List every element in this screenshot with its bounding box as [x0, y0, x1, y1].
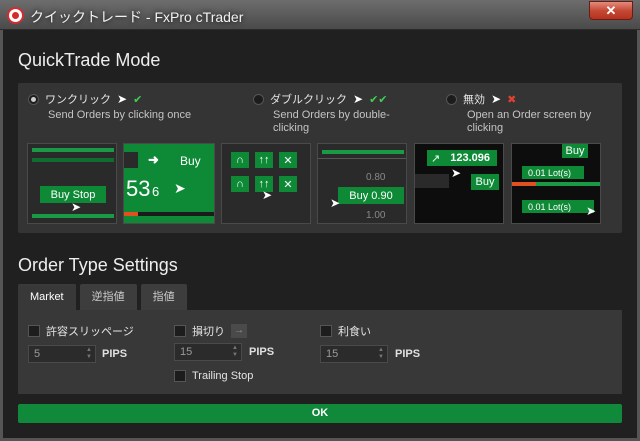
cursor-icon: ➤: [174, 180, 186, 196]
stoploss-label: 損切り: [192, 326, 225, 338]
close-button[interactable]: ✕: [589, 1, 633, 20]
option-description: Open an Order screen by clicking: [467, 109, 592, 134]
preview-lot-2: 0.01 Lot(s): [522, 200, 594, 213]
option-single-click[interactable]: ワンクリック ➤ ✔: [28, 91, 142, 107]
takeprofit-label: 利食い: [338, 326, 371, 338]
preview-level-100: 1.00: [366, 210, 386, 221]
reverse-icon: ∩: [231, 152, 249, 168]
cursor-icon: ➤: [451, 166, 462, 180]
order-type-tabs: Market 逆指値 指値: [18, 284, 187, 310]
preview-buy-button: Buy: [471, 174, 499, 190]
cursor-icon: ➤: [491, 92, 502, 106]
quicktrade-heading: QuickTrade Mode: [18, 50, 161, 70]
preview-bar: [32, 148, 114, 152]
checkbox-box[interactable]: [28, 325, 40, 337]
takeprofit-checkbox[interactable]: 利食い: [320, 323, 371, 339]
option-double-click[interactable]: ダブルクリック ➤ ✔✔: [253, 91, 388, 107]
preview-bar: [124, 212, 138, 216]
slippage-value: 5: [34, 348, 41, 360]
preview-lot-1: 0.01 Lot(s): [522, 166, 584, 179]
stoploss-checkbox[interactable]: 損切り →: [174, 323, 247, 339]
preview-buy-stop: Buy Stop ➤: [27, 143, 117, 224]
order-settings-panel: 許容スリッページ 5 ▲ ▼ PIPS 損切り → 15 ▲ ▼ PIPS Trai…: [18, 310, 622, 394]
order-type-heading: Order Type Settings: [18, 255, 178, 275]
trailing-stop-checkbox[interactable]: Trailing Stop: [174, 370, 253, 382]
arrow-right-icon: →: [231, 324, 247, 338]
check-icon: ✔: [133, 93, 143, 106]
slippage-input[interactable]: 5 ▲ ▼: [28, 345, 96, 363]
preview-buy-button: Buy: [562, 144, 588, 158]
close-position-icon: ✕: [279, 176, 297, 192]
preview-buy-price: ➜ Buy 53 6 ➤: [123, 143, 215, 224]
preview-bar: [32, 214, 114, 218]
option-description: Send Orders by double-clicking: [273, 109, 390, 134]
option-label: ワンクリック: [45, 94, 111, 106]
preview-level-080: 0.80: [366, 172, 386, 183]
checkbox-box[interactable]: [174, 370, 186, 382]
title-bar: クイックトレード - FxPro cTrader ✕: [0, 0, 640, 30]
option-disabled[interactable]: 無効 ➤ ✖: [446, 91, 516, 107]
ok-button[interactable]: OK: [18, 404, 622, 423]
ctrader-logo-icon: [7, 7, 24, 24]
tab-market[interactable]: Market: [18, 284, 76, 310]
checkbox-box[interactable]: [174, 325, 186, 337]
preview-chart-quote: ↗ 123.096 Buy ➤: [414, 143, 504, 224]
option-label: 無効: [463, 94, 485, 106]
radio-disabled[interactable]: [446, 93, 457, 105]
preview-price-small: 6: [152, 184, 160, 199]
option-description: Send Orders by clicking once: [48, 109, 192, 121]
takeprofit-pips: PIPS: [395, 348, 421, 360]
preview-dropdown: [415, 174, 449, 188]
slippage-checkbox[interactable]: 許容スリッページ: [28, 323, 134, 339]
tab-stop[interactable]: 逆指値: [79, 284, 137, 310]
trailing-stop-label: Trailing Stop: [192, 370, 254, 382]
tab-limit[interactable]: 指値: [140, 284, 187, 310]
preview-dropdown: [124, 152, 138, 168]
option-label: ダブルクリック: [270, 94, 347, 106]
preview-buy-label: Buy: [180, 154, 201, 168]
preview-price-ladder: 0.80 Buy 0.90 1.00 ➤: [317, 143, 407, 224]
takeprofit-input[interactable]: 15 ▲ ▼: [320, 345, 388, 363]
slippage-pips: PIPS: [102, 348, 128, 360]
cursor-icon: ➤: [330, 196, 341, 210]
spinner-icon[interactable]: ▲ ▼: [232, 345, 238, 359]
preview-quote-value: 123.096: [450, 152, 490, 164]
close-position-icon: ✕: [279, 152, 297, 168]
preview-bar: [32, 158, 114, 162]
preview-price-big: 53: [126, 176, 151, 201]
checkbox-box[interactable]: [320, 325, 332, 337]
arrow-up-right-icon: ↗: [431, 152, 441, 165]
takeprofit-value: 15: [326, 348, 339, 360]
preview-bar: [512, 182, 536, 186]
cursor-icon: ➤: [262, 188, 273, 202]
spinner-icon[interactable]: ▲ ▼: [378, 347, 384, 361]
arrow-right-icon: ➜: [148, 152, 159, 167]
preview-bar: [322, 150, 404, 154]
cursor-icon: ➤: [586, 204, 597, 218]
double-check-icon: ✔✔: [369, 93, 388, 106]
double-up-icon: ↑↑: [255, 152, 273, 168]
divider: [318, 158, 406, 159]
radio-double-click[interactable]: [253, 93, 264, 105]
quicktrade-panel: ワンクリック ➤ ✔ Send Orders by clicking once …: [18, 83, 622, 233]
preview-buy-button: Buy 0.90: [338, 187, 404, 204]
cursor-icon: ➤: [353, 92, 364, 106]
preview-quote: ↗ 123.096: [427, 150, 497, 166]
spinner-icon[interactable]: ▲ ▼: [86, 347, 92, 361]
stoploss-pips: PIPS: [249, 346, 275, 358]
reverse-icon: ∩: [231, 176, 249, 192]
slippage-label: 許容スリッページ: [46, 326, 134, 338]
cursor-icon: ➤: [117, 92, 128, 106]
cross-icon: ✖: [507, 93, 517, 106]
radio-single-click[interactable]: [28, 93, 39, 105]
stoploss-input[interactable]: 15 ▲ ▼: [174, 343, 242, 361]
stoploss-value: 15: [180, 346, 193, 358]
preview-lot-chart: Buy 0.01 Lot(s) 0.01 Lot(s) ➤: [511, 143, 601, 224]
window-title: クイックトレード - FxPro cTrader: [30, 9, 244, 25]
cursor-icon: ➤: [71, 200, 82, 214]
preview-order-buttons: ∩ ↑↑ ✕ ∩ ↑↑ ✕ ➤: [221, 143, 311, 224]
